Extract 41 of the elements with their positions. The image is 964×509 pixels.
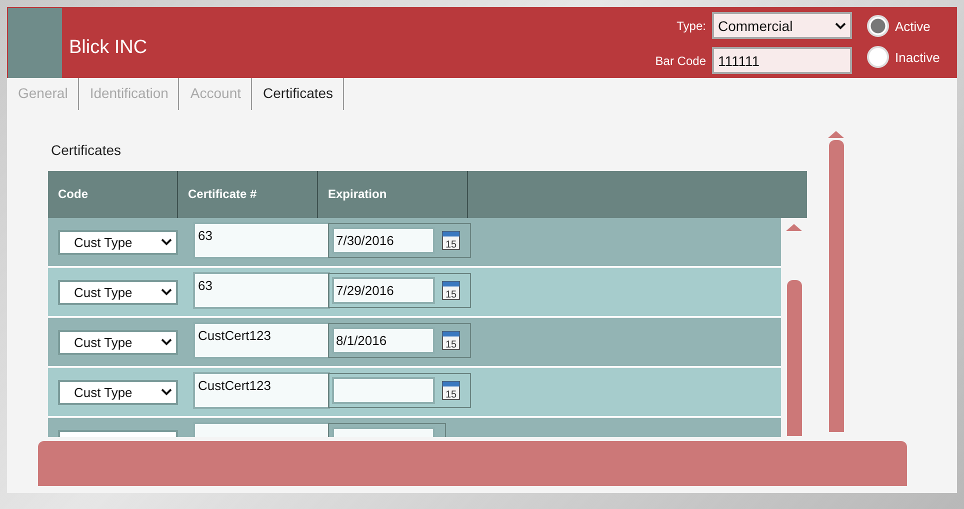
tab[interactable]: Certificates	[252, 78, 344, 110]
chevron-icon	[835, 22, 846, 30]
expiration-field[interactable]: 7/29/2016	[332, 276, 435, 304]
certificate-field[interactable]: CustCert123	[193, 322, 330, 358]
type-label: Type:	[676, 18, 706, 32]
radio-label: Active	[895, 18, 930, 34]
chevron-icon	[161, 388, 172, 396]
photo-placeholder	[8, 8, 62, 78]
expiration-field[interactable]: 7/30/2016	[332, 226, 435, 254]
certificate-field[interactable]: 63	[193, 222, 330, 258]
certificate-field[interactable]: CustCert123	[193, 372, 330, 408]
radio-label: Inactive	[895, 50, 940, 64]
chevron-icon	[161, 288, 172, 296]
date-picker[interactable]: 8/1/2016 15	[328, 322, 471, 358]
section-title: Certificates	[51, 142, 122, 160]
scroll-up-icon[interactable]	[786, 224, 802, 231]
date-picker[interactable]: 7/29/2016 15	[328, 272, 471, 308]
calendar-icon: 15	[442, 380, 460, 400]
type-dropdown[interactable]: Commercial	[712, 12, 852, 39]
code-dropdown[interactable]: Cust Type	[58, 230, 178, 254]
chevron-icon	[161, 338, 172, 346]
expiration-field[interactable]	[332, 376, 435, 404]
date-picker[interactable]: 15	[328, 372, 471, 408]
scrollbar-thumb[interactable]	[828, 140, 844, 432]
calendar-icon: 15	[442, 330, 460, 350]
date-picker[interactable]: 7/30/2016 15	[328, 222, 471, 258]
certificate-field[interactable]: 63	[193, 272, 330, 308]
calendar-icon: 15	[442, 230, 460, 250]
calendar-icon: 15	[442, 280, 460, 300]
code-dropdown[interactable]: Cust Type	[58, 330, 178, 354]
scrollbar-thumb[interactable]	[786, 280, 802, 436]
bar-code-field[interactable]: 111111	[712, 47, 852, 74]
scroll-up-icon[interactable]	[828, 131, 844, 138]
radio-button[interactable]	[867, 15, 889, 37]
company-name: Blick INC	[69, 36, 148, 58]
code-dropdown[interactable]: Cust Type	[58, 380, 178, 404]
bar-code-label: Bar Code	[655, 54, 706, 68]
radio-button[interactable]	[867, 46, 889, 68]
chevron-icon	[161, 238, 172, 246]
expiration-field[interactable]: 8/1/2016	[332, 326, 435, 354]
code-dropdown[interactable]: Cust Type	[58, 280, 178, 304]
